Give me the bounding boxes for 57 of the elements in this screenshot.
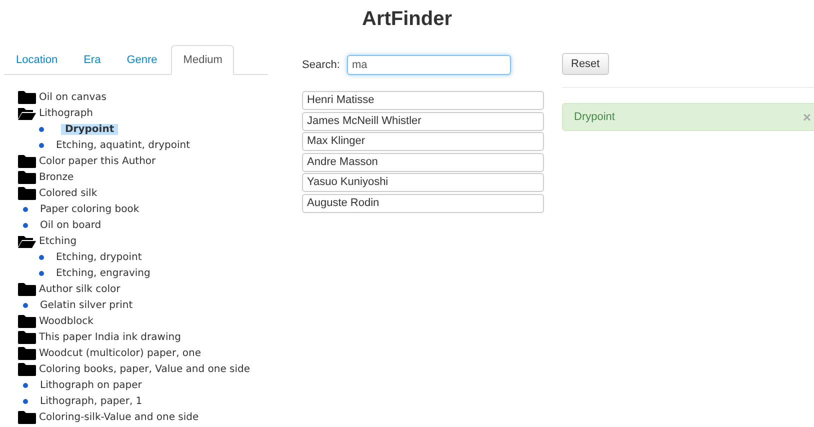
bullet-icon (23, 398, 28, 404)
folder-icon (18, 170, 36, 184)
tree-item[interactable]: Lithograph on paper (40, 380, 142, 390)
search-label: Search: (302, 59, 341, 71)
tree-item[interactable]: Etching, engraving (56, 268, 150, 278)
tab[interactable]: Genre (114, 45, 170, 75)
tree-item[interactable]: Paper coloring book (40, 204, 140, 214)
bullet-icon (23, 222, 28, 228)
folder-icon (18, 154, 36, 168)
bullet-icon (39, 254, 44, 260)
tree-item[interactable]: Woodblock (39, 316, 94, 326)
tab[interactable]: Medium (171, 45, 234, 75)
folder-icon (18, 346, 36, 360)
result-item[interactable]: Auguste Rodin (302, 194, 544, 212)
filter-text: Drypoint (574, 111, 615, 123)
tree-item[interactable]: Lithograph (39, 108, 93, 118)
tree-item[interactable]: Etching, drypoint (56, 252, 142, 262)
tree-item[interactable]: Oil on board (40, 220, 102, 230)
tree-item[interactable]: Drypoint (61, 124, 118, 134)
tree-item[interactable]: Bronze (39, 172, 74, 182)
folder-icon (18, 362, 36, 376)
result-item[interactable]: Henri Matisse (302, 91, 544, 110)
app-title: ArtFinder (361, 7, 453, 32)
tree-item[interactable]: Lithograph, paper, 1 (40, 396, 142, 406)
open-folder-icon (18, 106, 36, 120)
tree-item[interactable]: Colored silk (39, 188, 98, 198)
folder-icon (18, 330, 36, 344)
bullet-icon (39, 270, 44, 276)
folder-icon (18, 410, 36, 424)
tree-item[interactable]: Woodcut (multicolor) paper, one (39, 348, 202, 358)
bullet-icon (23, 206, 28, 212)
tree-item[interactable]: Coloring-silk-Value and one side (39, 412, 199, 422)
tab[interactable]: Location (4, 45, 70, 75)
tree-item[interactable]: Color paper this Author (39, 156, 156, 166)
folder-icon (18, 186, 36, 200)
tree-item[interactable]: Gelatin silver print (40, 300, 133, 310)
result-item[interactable]: Max Klinger (302, 132, 544, 151)
tree-item[interactable]: Oil on canvas (39, 92, 106, 102)
tab[interactable]: Era (72, 45, 113, 75)
folder-icon (18, 282, 36, 296)
bullet-icon (23, 302, 28, 308)
bullet-icon (23, 382, 28, 388)
bullet-icon (39, 142, 44, 148)
result-item[interactable]: Andre Masson (302, 152, 544, 172)
tree-item[interactable]: Etching (39, 236, 77, 246)
folder-icon (18, 314, 36, 328)
open-folder-icon (18, 234, 36, 248)
tree-item[interactable]: Coloring books, paper, Value and one side (39, 364, 250, 374)
search-field[interactable]: ma (347, 55, 511, 75)
tree-item[interactable]: Author silk color (39, 284, 120, 294)
tree-item[interactable]: This paper India ink drawing (39, 332, 181, 342)
result-item[interactable]: Yasuo Kuniyoshi (302, 173, 544, 192)
result-item[interactable]: James McNeill Whistler (302, 112, 544, 130)
bullet-icon (39, 126, 44, 132)
reset-button[interactable]: Reset (562, 53, 609, 75)
folder-icon (18, 90, 36, 104)
tree-item[interactable]: Etching, aquatint, drypoint (56, 140, 190, 150)
